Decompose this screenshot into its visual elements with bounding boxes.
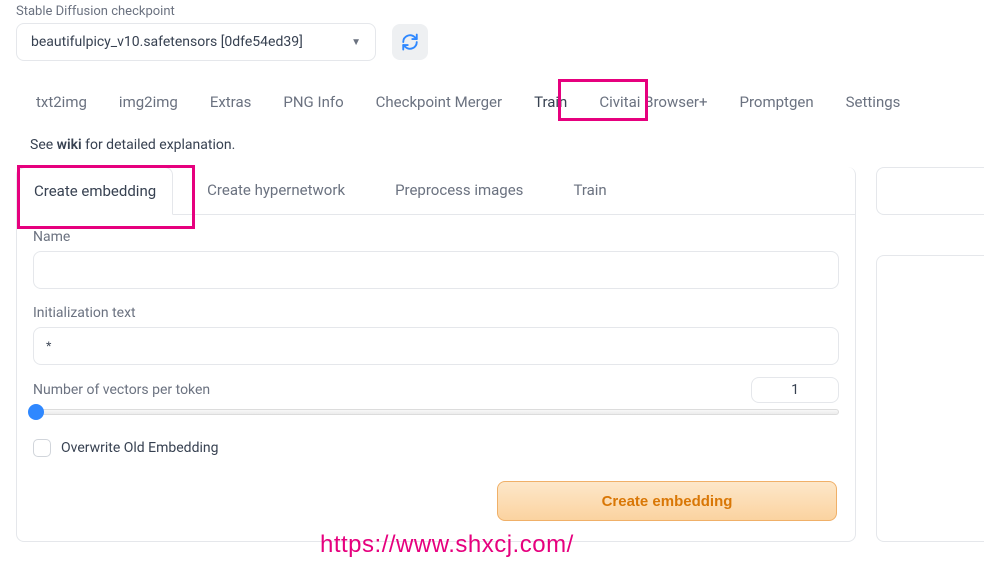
- subtab-train[interactable]: Train: [557, 167, 622, 215]
- wiki-note: See wiki for detailed explanation.: [16, 133, 984, 167]
- name-label: Name: [33, 229, 839, 245]
- tab-img2img[interactable]: img2img: [117, 87, 180, 125]
- tab-civitai-browser[interactable]: Civitai Browser+: [597, 87, 709, 125]
- subtab-create-hypernetwork[interactable]: Create hypernetwork: [191, 167, 361, 215]
- right-sidebar: [876, 167, 984, 542]
- overwrite-label: Overwrite Old Embedding: [61, 440, 218, 456]
- subtab-create-embedding[interactable]: Create embedding: [17, 167, 173, 215]
- vectors-slider[interactable]: [33, 409, 839, 415]
- main-tabs: txt2img img2img Extras PNG Info Checkpoi…: [0, 61, 1000, 125]
- subtab-preprocess-images[interactable]: Preprocess images: [379, 167, 539, 215]
- refresh-icon: [401, 33, 419, 51]
- init-text-label: Initialization text: [33, 305, 839, 321]
- tab-extras[interactable]: Extras: [208, 87, 254, 125]
- vectors-label: Number of vectors per token: [33, 382, 210, 398]
- create-embedding-button[interactable]: Create embedding: [497, 481, 837, 521]
- tab-promptgen[interactable]: Promptgen: [738, 87, 816, 125]
- tab-train[interactable]: Train: [532, 87, 569, 125]
- refresh-button[interactable]: [392, 24, 428, 60]
- overwrite-checkbox[interactable]: [33, 439, 51, 457]
- tab-settings[interactable]: Settings: [844, 87, 903, 125]
- train-panel: Create embedding Create hypernetwork Pre…: [16, 167, 856, 542]
- tab-txt2img[interactable]: txt2img: [34, 87, 89, 125]
- vectors-value[interactable]: 1: [751, 377, 839, 403]
- name-input[interactable]: [33, 251, 839, 289]
- overwrite-checkbox-row[interactable]: Overwrite Old Embedding: [33, 439, 839, 457]
- sub-tabs: Create embedding Create hypernetwork Pre…: [17, 167, 855, 215]
- right-box-bottom: [876, 255, 984, 542]
- checkpoint-label: Stable Diffusion checkpoint: [16, 4, 984, 19]
- wiki-link[interactable]: wiki: [57, 137, 82, 153]
- init-text-input[interactable]: [33, 327, 839, 365]
- tab-png-info[interactable]: PNG Info: [281, 87, 345, 125]
- checkpoint-value: beautifulpicy_v10.safetensors [0dfe54ed3…: [31, 34, 303, 50]
- slider-thumb[interactable]: [28, 404, 44, 420]
- chevron-down-icon: ▼: [351, 37, 361, 48]
- right-box-top: [876, 167, 984, 215]
- tab-checkpoint-merger[interactable]: Checkpoint Merger: [374, 87, 504, 125]
- checkpoint-dropdown[interactable]: beautifulpicy_v10.safetensors [0dfe54ed3…: [16, 23, 376, 61]
